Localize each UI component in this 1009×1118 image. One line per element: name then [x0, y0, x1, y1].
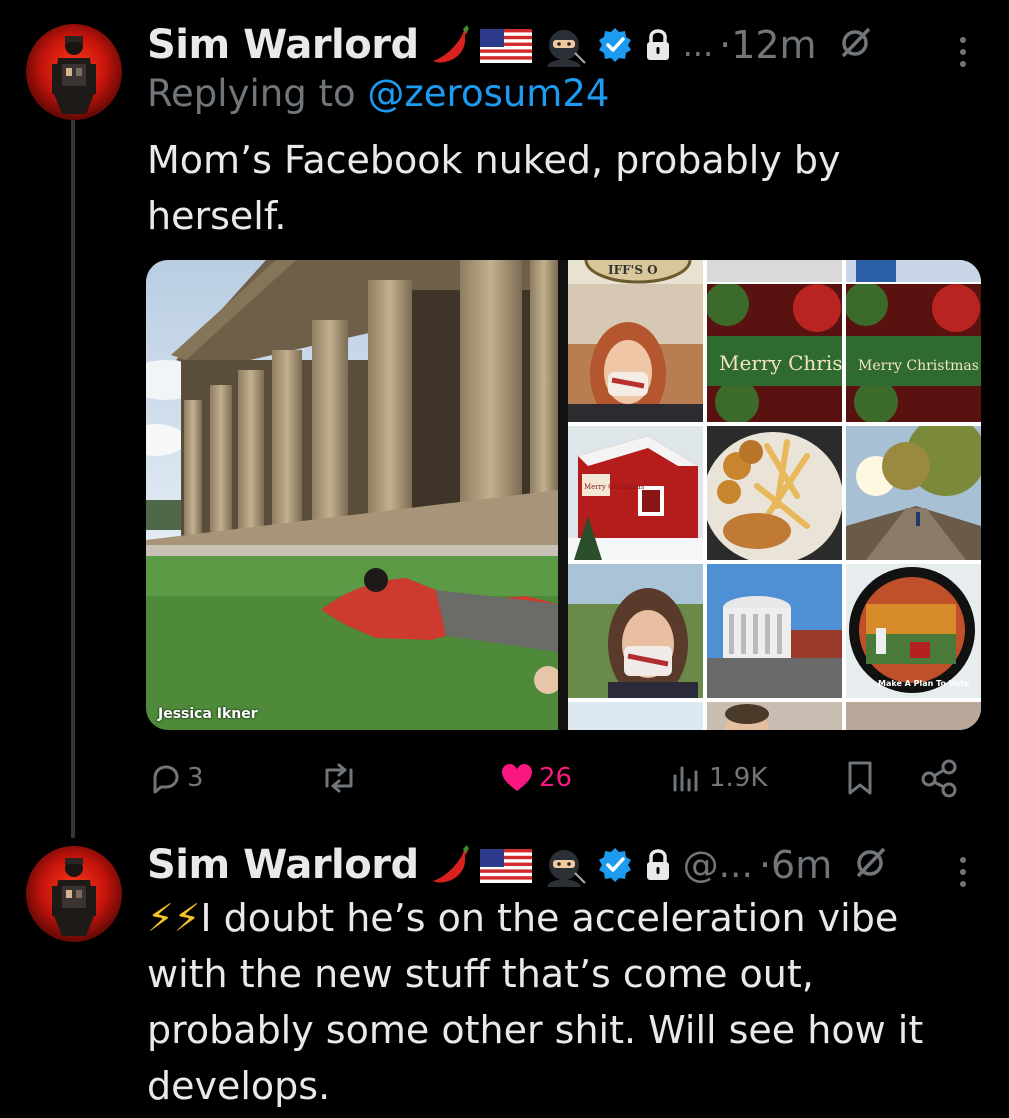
handle-truncated[interactable]: @...: [683, 845, 753, 886]
bookmark-button[interactable]: [845, 758, 875, 798]
avatar[interactable]: [26, 24, 122, 120]
repost-button[interactable]: [319, 758, 363, 798]
like-icon: [499, 760, 535, 796]
avatar-image: [52, 858, 96, 936]
collage-cell-bottom-middle: [707, 702, 842, 730]
collage-cell-chicken-fries: [707, 426, 842, 560]
replying-to: Replying to @zerosum24: [147, 72, 609, 115]
reply-button[interactable]: 3: [147, 758, 204, 798]
collage-cell-top-middle: [707, 260, 842, 282]
parthenon-photo[interactable]: Jessica Ikner: [146, 260, 558, 730]
grok-icon[interactable]: [850, 843, 890, 887]
tweet-header: Sim Warlord: [147, 20, 1009, 70]
collage-cell-vote-frame: Make A Plan To Vote: [846, 564, 981, 698]
christmas-text-1: Merry Christmas: [719, 351, 842, 375]
share-icon: [919, 758, 959, 798]
tweet-text-block: ⚡⚡I doubt he’s on the acceleration vibe …: [147, 890, 987, 1114]
collage-cell-masked-woman: [568, 564, 703, 698]
reply-icon: [147, 760, 183, 796]
replying-to-label: Replying to: [147, 72, 368, 115]
collage-cell-boardwalk: [846, 426, 981, 560]
reply-handle-link[interactable]: @zerosum24: [367, 72, 609, 115]
avatar[interactable]: [26, 846, 122, 942]
tweet-header: Sim Warlord: [147, 840, 1009, 890]
collage-cell-bottom-left: [568, 702, 703, 730]
collage-photo[interactable]: IFF'S O Merry Christmas Merry Christmas …: [568, 260, 981, 730]
chili-pepper-icon: [427, 23, 471, 67]
tweet-text: I doubt he’s on the acceleration vibe wi…: [147, 896, 924, 1108]
bookmark-icon: [845, 760, 875, 796]
timestamp[interactable]: ·6m: [759, 843, 832, 887]
like-button[interactable]: 26: [499, 758, 572, 798]
more-options-icon[interactable]: [957, 32, 969, 76]
photo-caption: Jessica Ikner: [158, 706, 258, 722]
tweet-2[interactable]: Sim Warlord @... ·6m ⚡⚡I doubt he’s on t…: [0, 840, 1009, 1118]
lock-icon: [643, 23, 673, 67]
avatar-image: [52, 36, 96, 114]
collage-cell-rotunda: [707, 564, 842, 698]
verified-badge-icon[interactable]: [595, 23, 635, 67]
collage-cell-christmas-1: Merry Christmas: [707, 284, 842, 422]
us-flag-icon: [479, 23, 533, 67]
like-count: 26: [539, 763, 573, 793]
media-attachment[interactable]: Jessica Ikner IFF'S O Merry Christmas Me…: [146, 260, 981, 730]
vote-text: Make A Plan To Vote: [878, 679, 970, 688]
collage-cell-top-right: [846, 260, 981, 282]
reply-count: 3: [187, 763, 204, 793]
share-button[interactable]: [919, 758, 959, 798]
tweet-actions: 3 26 1.9K: [147, 758, 967, 798]
views-button[interactable]: 1.9K: [669, 758, 767, 798]
repost-icon: [319, 760, 359, 796]
us-flag-icon: [479, 843, 533, 887]
author-name[interactable]: Sim Warlord: [147, 842, 419, 888]
author-name[interactable]: Sim Warlord: [147, 22, 419, 68]
tweet-1[interactable]: Sim Warlord ... ·12m Replying to @zerosu…: [0, 0, 1009, 840]
ninja-icon: [541, 23, 587, 67]
views-count: 1.9K: [709, 763, 768, 793]
collage-cell-christmas-2: Merry Christmas: [846, 284, 981, 422]
christmas-text-2: Merry Christmas: [858, 358, 979, 374]
barn-sign-text: Merry Christmas: [584, 483, 645, 491]
tweet-text: Mom’s Facebook nuked, probably by hersel…: [147, 138, 841, 238]
ninja-icon: [541, 843, 587, 887]
chili-pepper-icon: [427, 843, 471, 887]
truncation-text: ...: [682, 26, 714, 64]
grok-icon[interactable]: [835, 23, 875, 67]
collage-cell-bottom-right: [846, 702, 981, 730]
collage-cell-masked-selfie: [568, 284, 703, 422]
lightning-emoji: ⚡⚡: [147, 896, 201, 940]
verified-badge-icon[interactable]: [595, 843, 635, 887]
timestamp[interactable]: ·12m: [719, 23, 816, 67]
lock-icon: [643, 843, 673, 887]
views-icon: [669, 760, 705, 796]
collage-cell-red-barn: Merry Christmas: [568, 426, 703, 560]
badge-text: IFF'S O: [608, 263, 658, 277]
